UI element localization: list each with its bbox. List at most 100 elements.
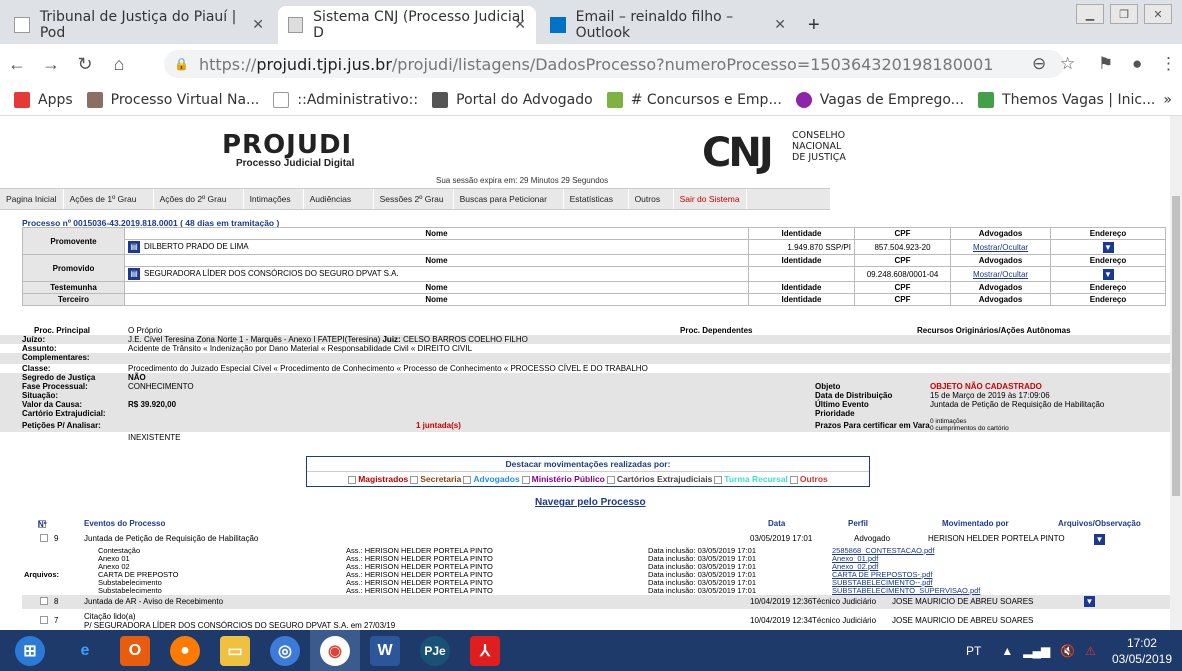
file-link[interactable]: SUBSTABELECIMENTO_SUPERVISAO.pdf — [832, 586, 980, 595]
browser-tab[interactable]: Email – reinaldo filho – Outlook ✕ — [540, 6, 796, 44]
bookmark-apps[interactable]: Apps — [14, 91, 73, 108]
col-header: Endereço — [1050, 293, 1166, 306]
taskbar-app[interactable]: W — [360, 630, 410, 671]
menu-item[interactable]: Ações de 1º Grau — [64, 189, 154, 209]
close-icon[interactable]: ✕ — [774, 17, 786, 33]
navigate-process-link[interactable]: Navegar pelo Processo — [535, 497, 646, 508]
menu-item[interactable]: Audiências — [304, 189, 374, 209]
taskbar-app[interactable]: PJe — [410, 630, 460, 671]
peticoes-value[interactable]: 1 juntada(s) — [416, 421, 461, 430]
page-scrollbar[interactable] — [1170, 116, 1182, 630]
tray-arrow-icon[interactable]: ▲ — [1001, 644, 1013, 658]
prazos-value: 0 intimações 0 cumprimentos do cartório — [930, 418, 1009, 432]
filter-ministerio[interactable]: Ministério Público — [521, 474, 605, 484]
network-icon[interactable]: ⚠ — [1085, 644, 1096, 658]
bookmark-item[interactable]: Portal do Advogado — [432, 91, 593, 108]
taskbar-app[interactable]: ⅄ — [460, 630, 510, 671]
menu-item[interactable]: Estatísticas — [564, 189, 629, 209]
filter-cartorios[interactable]: Cartórios Extrajudiciais — [606, 474, 712, 484]
checkbox[interactable] — [40, 534, 48, 542]
scroll-thumb[interactable] — [1172, 196, 1180, 496]
checkbox[interactable] — [40, 616, 48, 624]
checkbox[interactable] — [789, 475, 798, 484]
profile-icon[interactable]: ● — [1132, 54, 1142, 74]
maximize-icon[interactable]: ❐ — [1110, 4, 1138, 24]
filter-advogados[interactable]: Advogados — [463, 474, 520, 484]
bookmark-item[interactable]: # Concursos e Emp... — [606, 91, 782, 108]
close-icon[interactable]: ✕ — [252, 17, 264, 33]
show-hide-link[interactable]: Mostrar/Ocultar — [973, 243, 1028, 252]
minimize-icon[interactable]: ▁ — [1076, 4, 1104, 24]
download-icon[interactable]: ▼ — [1102, 268, 1114, 280]
person-icon[interactable]: ▤ — [128, 241, 140, 253]
chrome-icon: ◉ — [320, 635, 350, 666]
segredo-value: NÃO — [128, 373, 146, 382]
prazos-cumprimentos: 0 cumprimentos do cartório — [930, 425, 1009, 432]
event-perfil: Técnico Judiciário — [812, 597, 877, 606]
close-icon[interactable]: ✕ — [514, 17, 526, 33]
browser-tab-active[interactable]: Sistema CNJ (Processo Judicial D ✕ — [278, 6, 536, 44]
objeto-value: OBJETO NÃO CADASTRADO — [930, 382, 1042, 391]
reload-icon[interactable]: ↻ — [68, 54, 102, 75]
checkbox[interactable] — [348, 475, 357, 484]
back-icon[interactable]: ← — [0, 54, 34, 75]
bookmark-item[interactable]: Processo Virtual Na... — [86, 91, 259, 108]
checkbox[interactable] — [40, 597, 48, 605]
clock[interactable]: 17:02 03/05/2019 — [1102, 635, 1182, 667]
checkbox[interactable] — [410, 475, 419, 484]
checkbox[interactable] — [463, 475, 472, 484]
download-icon[interactable]: ▼ — [1102, 241, 1114, 253]
new-tab-icon[interactable]: + — [808, 14, 820, 37]
bookmark-item[interactable]: ::Administrativo:: — [273, 91, 418, 108]
browser-tab[interactable]: Tribunal de Justiça do Piauí | Pod ✕ — [4, 6, 274, 44]
checkbox[interactable] — [606, 475, 615, 484]
menu-item[interactable]: Sessões 2º Grau — [374, 189, 454, 209]
cartorio-label: Cartório Extrajudicial: — [22, 409, 106, 418]
filter-turma[interactable]: Turma Recursal — [714, 474, 788, 484]
bookmark-item[interactable]: Vagas de Emprego... — [795, 91, 964, 108]
col-header: Endereço — [1050, 281, 1166, 294]
person-icon[interactable]: ▤ — [128, 268, 140, 280]
menu-item[interactable]: Outros — [629, 189, 674, 209]
taskbar-app[interactable]: O — [110, 630, 160, 671]
menu-item[interactable]: Pagina Inicial — [0, 189, 64, 209]
bookmark-label: Apps — [38, 91, 73, 108]
menu-icon[interactable]: ⋮ — [1160, 54, 1177, 74]
volume-icon[interactable]: 🔇 — [1060, 644, 1075, 658]
party-ident: 1.949.870 SSP/PI — [748, 239, 855, 255]
logout-button[interactable]: Sair do Sistema — [674, 189, 747, 209]
url-bar[interactable]: 🔒 https://projudi.tjpi.jus.br/projudi/li… — [164, 50, 1064, 78]
menu-item[interactable]: Ações do 2º Grau — [154, 189, 244, 209]
menu-item[interactable]: Intimações — [244, 189, 304, 209]
taskbar-app[interactable]: ◎ — [260, 630, 310, 671]
taskbar-app[interactable]: e — [60, 630, 110, 671]
inexistente-value: INEXISTENTE — [128, 433, 181, 442]
home-icon[interactable]: ⌂ — [102, 54, 136, 75]
extension-icon[interactable]: ⚑ — [1098, 54, 1113, 74]
menu-item[interactable]: Buscas para Peticionar — [454, 189, 564, 209]
language-indicator[interactable]: PT — [966, 644, 981, 658]
download-icon[interactable]: ▼ — [1084, 596, 1095, 607]
filter-secretaria[interactable]: Secretaria — [410, 474, 461, 484]
filter-outros[interactable]: Outros — [789, 474, 828, 484]
download-icon[interactable]: ▼ — [1094, 534, 1105, 545]
filter-magistrados[interactable]: Magistrados — [348, 474, 408, 484]
star-icon[interactable]: ☆ — [1060, 54, 1075, 74]
checkbox[interactable] — [521, 475, 530, 484]
zoom-icon[interactable]: ⊖ — [1032, 54, 1046, 74]
taskbar-app[interactable]: ▭ — [210, 630, 260, 671]
signal-icon[interactable]: ▂▄▆ — [1023, 644, 1050, 658]
taskbar-app[interactable]: ● — [160, 630, 210, 671]
valor-label: Valor da Causa: — [22, 400, 83, 409]
checkbox[interactable] — [714, 475, 723, 484]
col-header: Identidade — [748, 254, 855, 267]
promovente-label: Promovente — [22, 227, 125, 255]
outlook-icon — [550, 17, 566, 33]
taskbar-app-active[interactable]: ◉ — [310, 630, 360, 671]
close-window-icon[interactable]: ✕ — [1144, 4, 1172, 24]
more-bookmarks-icon[interactable]: » — [1163, 92, 1172, 108]
show-hide-link[interactable]: Mostrar/Ocultar — [973, 270, 1028, 279]
forward-icon[interactable]: → — [34, 54, 68, 75]
start-button[interactable]: ⊞ — [0, 630, 60, 671]
bookmark-item[interactable]: Themos Vagas | Inic... — [978, 91, 1155, 108]
